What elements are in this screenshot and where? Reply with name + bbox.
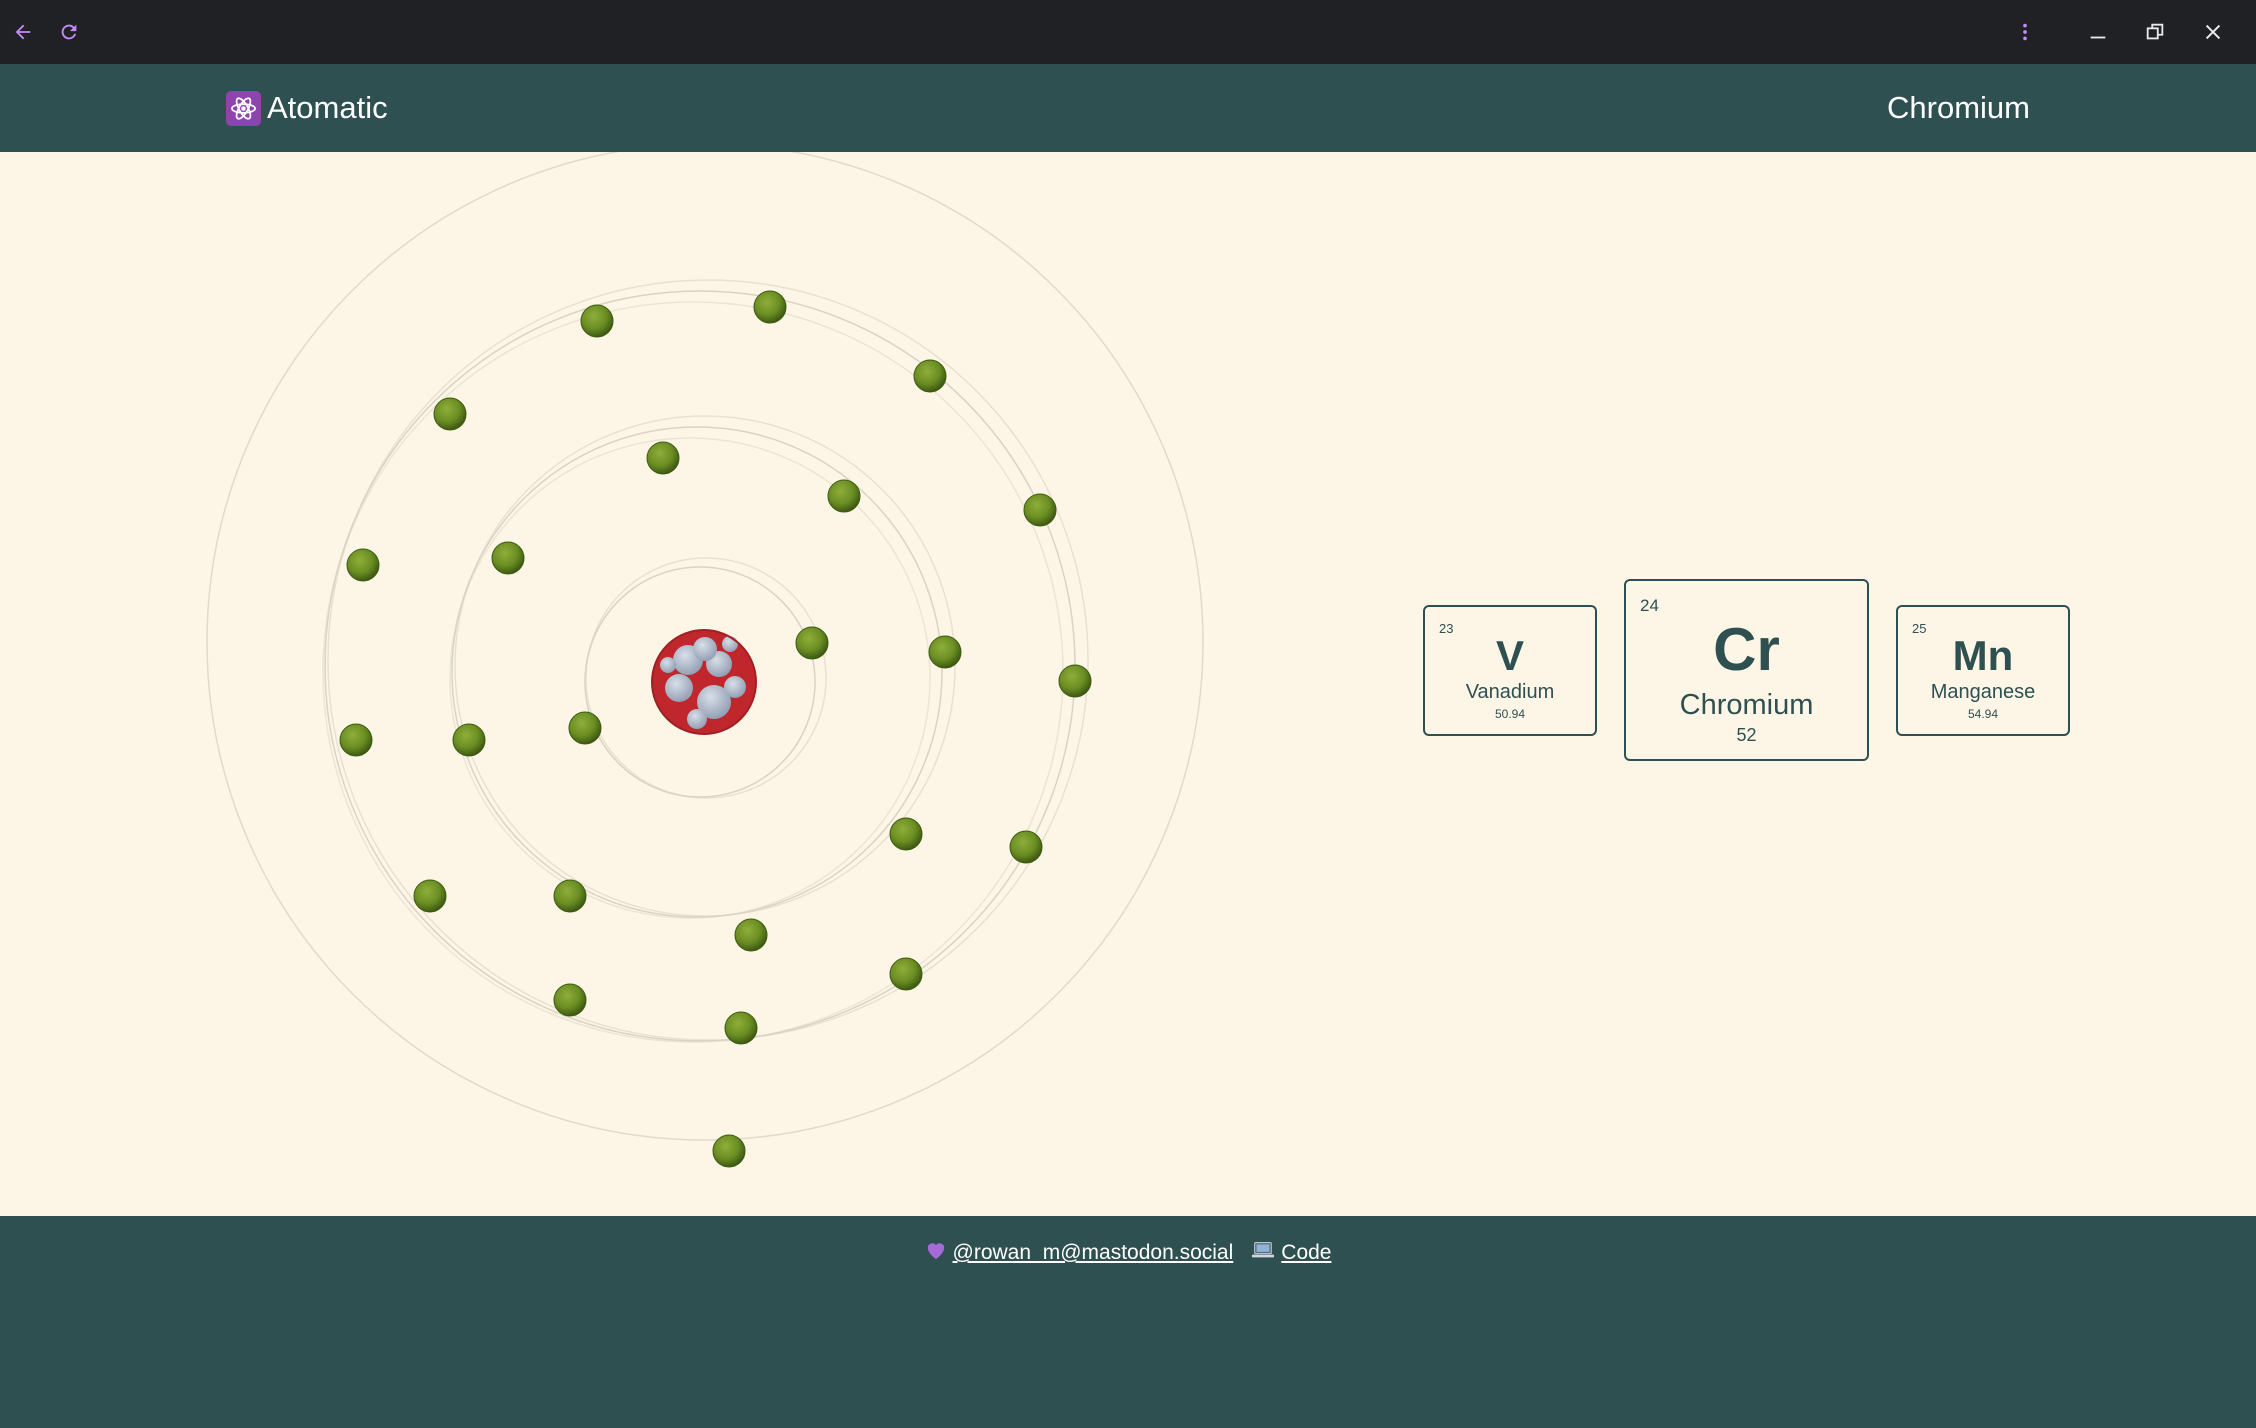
minimize-button[interactable]: [2078, 12, 2118, 52]
atomic-number: 24: [1640, 596, 1659, 615]
close-icon: [2205, 24, 2221, 40]
more-vertical-icon: [2023, 23, 2027, 41]
next-element-card[interactable]: 25 Mn Manganese 54.94: [1896, 605, 2070, 736]
element-name: Chromium: [1679, 689, 1814, 721]
electron: [724, 1011, 758, 1045]
electron: [339, 723, 373, 757]
electron: [413, 879, 447, 913]
electron: [553, 983, 587, 1017]
laptop-icon: [1251, 1241, 1275, 1265]
electron: [452, 723, 486, 757]
element-name: Vanadium: [1465, 681, 1555, 703]
electron: [889, 817, 923, 851]
electron: [827, 479, 861, 513]
current-element-card: 24 Cr Chromium 52: [1624, 579, 1869, 761]
electron: [795, 626, 829, 660]
refresh-icon: [61, 24, 77, 40]
minimize-icon: [2090, 36, 2106, 39]
electron: [491, 541, 525, 575]
restore-button[interactable]: [2135, 12, 2175, 52]
reload-button[interactable]: [49, 12, 89, 52]
electron: [580, 304, 614, 338]
electron: [889, 957, 923, 991]
element-symbol: Cr: [1713, 616, 1780, 683]
electron: [346, 548, 380, 582]
mastodon-link[interactable]: @rowan_m@mastodon.social: [953, 1241, 1234, 1265]
restore-window-icon: [2146, 23, 2164, 40]
electron: [1058, 664, 1092, 698]
electron: [734, 918, 768, 952]
electron: [433, 397, 467, 431]
electron: [712, 1134, 746, 1168]
brand[interactable]: Atomatic: [226, 88, 388, 128]
electron: [913, 359, 947, 393]
window-titlebar: [0, 0, 2256, 64]
close-button[interactable]: [2193, 12, 2233, 52]
electron: [568, 711, 602, 745]
app-header: Atomatic Chromium: [0, 64, 2256, 152]
back-button[interactable]: [3, 12, 43, 52]
purple-heart-icon: [925, 1240, 947, 1266]
atomic-mass: 54.94: [1967, 707, 1999, 721]
main-content: 23 V Vanadium 50.94 24 Cr Chromium 52 25…: [0, 152, 2256, 1216]
electron: [646, 441, 680, 475]
element-name: Manganese: [1930, 681, 2036, 703]
footer: @rowan_m@mastodon.social Code: [0, 1216, 2256, 1428]
atom-model: [206, 152, 1204, 1168]
current-element-title: Chromium: [1887, 90, 2030, 125]
electron: [753, 290, 787, 324]
electron: [1023, 493, 1057, 527]
atomic-mass: 50.94: [1494, 707, 1526, 721]
element-symbol: Mn: [1952, 632, 2014, 679]
electron: [1009, 830, 1043, 864]
brand-title: Atomatic: [267, 90, 388, 125]
previous-element-card[interactable]: 23 V Vanadium 50.94: [1423, 605, 1597, 736]
atom-emoji-icon: [226, 90, 261, 126]
code-link[interactable]: Code: [1281, 1241, 1331, 1265]
nucleus: [651, 629, 757, 735]
arrow-left-icon: [15, 24, 31, 40]
electron: [553, 879, 587, 913]
electron: [928, 635, 962, 669]
element-symbol: V: [1495, 632, 1524, 679]
atomic-mass: 52: [1736, 725, 1757, 745]
footer-links: @rowan_m@mastodon.social Code: [0, 1240, 2256, 1266]
menu-button[interactable]: [2005, 12, 2045, 52]
